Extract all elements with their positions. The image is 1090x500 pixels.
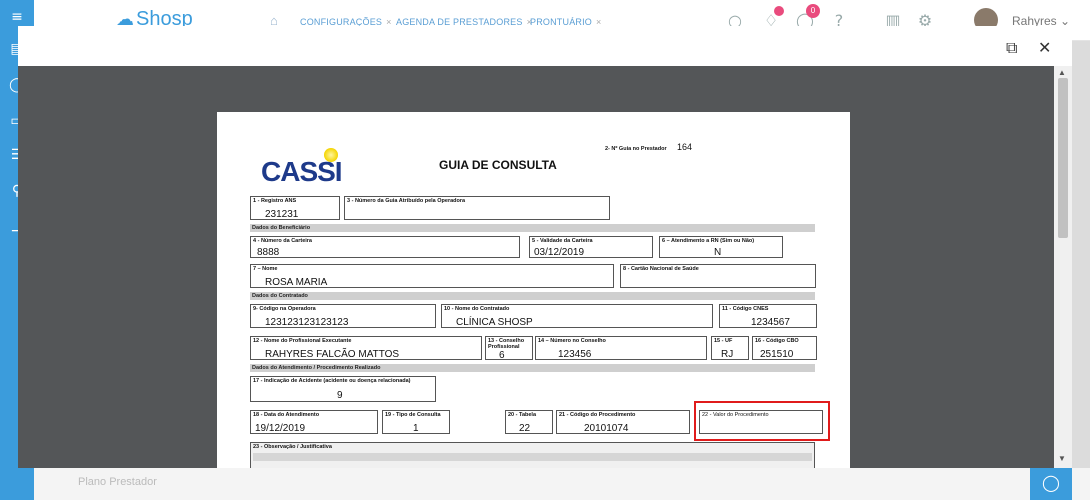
field-value: RAHYRES FALCÃO MATTOS: [265, 349, 400, 360]
notification-badge: 0: [806, 4, 820, 18]
field-label: 18 - Data do Atendimento: [253, 412, 320, 418]
field-value: 8888: [257, 247, 280, 258]
section-atendimento: Dados do Atendimento / Procedimento Real…: [250, 364, 815, 372]
guia-prestador-label: 2- Nº Guia no Prestador: [605, 146, 667, 152]
chat-bubble-icon: ◯: [1042, 475, 1060, 492]
field-value: 03/12/2019: [534, 247, 585, 258]
field-label: 21 - Código do Procedimento: [559, 412, 636, 418]
field-cartao-nacional: 8 - Cartão Nacional de Saúde: [620, 264, 816, 288]
field-value: N: [714, 247, 722, 258]
field-label: 11 - Código CNES: [722, 306, 769, 312]
close-modal-icon[interactable]: ✕: [1038, 38, 1051, 57]
field-value: 20101074: [584, 423, 629, 434]
field-label: 7 – Nome: [253, 266, 278, 272]
field-label: 9- Código na Operadora: [253, 306, 316, 312]
field-value: 123456: [558, 349, 592, 360]
field-conselho-profissional: 13 - Conselho Profissional 6: [485, 336, 533, 361]
field-label: 16 - Código CBO: [755, 338, 799, 344]
field-label: 17 - Indicação de Acidente (acidente ou …: [253, 378, 411, 384]
field-value: 1234567: [751, 317, 790, 328]
field-codigo-operadora: 9- Código na Operadora 123123123123123: [250, 304, 436, 328]
field-label: 23 - Observação / Justificativa: [253, 444, 332, 450]
field-label: 6 – Atendimento a RN (Sim ou Não): [662, 238, 755, 244]
field-value: 1: [413, 423, 419, 434]
scroll-down-icon[interactable]: ▼: [1058, 454, 1066, 463]
field-label: 12 - Nome do Profissional Executante: [253, 338, 352, 344]
field-observacao: 23 - Observação / Justificativa: [250, 442, 815, 468]
field-numero-conselho: 14 – Número no Conselho 123456: [535, 336, 707, 360]
observacao-line: [253, 453, 812, 461]
scroll-thumb[interactable]: [1058, 78, 1068, 238]
field-numero-guia-operadora: 3 - Número da Guia Atribuído pela Operad…: [344, 196, 610, 220]
field-value: 9: [337, 390, 343, 401]
field-value: 251510: [760, 349, 794, 360]
field-data-atendimento: 18 - Data do Atendimento 19/12/2019: [250, 410, 378, 434]
field-label: 8 - Cartão Nacional de Saúde: [623, 266, 699, 272]
field-tabela: 20 - Tabela 22: [505, 410, 553, 434]
field-label: 14 – Número no Conselho: [538, 338, 606, 344]
field-label: 4 - Número da Carteira: [253, 238, 312, 244]
field-label: 5 - Validade da Carteira: [532, 238, 593, 244]
field-uf: 15 - UF RJ: [711, 336, 749, 360]
highlight-box: [694, 401, 830, 441]
field-numero-carteira: 4 - Número da Carteira 8888: [250, 236, 520, 258]
field-value: 231231: [265, 209, 299, 220]
background-text: Plano Prestador: [78, 476, 157, 488]
field-codigo-procedimento: 21 - Código do Procedimento 20101074: [556, 410, 690, 434]
field-value: 22: [519, 423, 531, 434]
field-nome: 7 – Nome ROSA MARIA: [250, 264, 614, 288]
modal-header: ⧉ ✕: [18, 26, 1072, 66]
scrollbar[interactable]: ▲ ▼: [1054, 66, 1072, 468]
field-label: 19 - Tipo de Consulta: [385, 412, 441, 418]
field-registro-ans: 1 - Registro ANS 231231: [250, 196, 340, 220]
guia-prestador-value: 164: [677, 142, 693, 152]
field-atendimento-rn: 6 – Atendimento a RN (Sim ou Não) N: [659, 236, 783, 258]
field-label: 20 - Tabela: [508, 412, 537, 418]
field-tipo-consulta: 19 - Tipo de Consulta 1: [382, 410, 450, 434]
guia-document: 2- Nº Guia no Prestador 164 CASSI GUIA D…: [217, 112, 850, 468]
field-label: 15 - UF: [714, 338, 733, 344]
menu-icon[interactable]: ≡: [8, 8, 26, 26]
field-value: 19/12/2019: [255, 423, 306, 434]
open-external-icon[interactable]: ⧉: [1006, 38, 1017, 58]
field-validade-carteira: 5 - Validade da Carteira 03/12/2019: [529, 236, 653, 258]
document-viewer: ▲ ▼ 2- Nº Guia no Prestador 164 CASSI GU…: [18, 66, 1072, 468]
field-indicacao-acidente: 17 - Indicação de Acidente (acidente ou …: [250, 376, 436, 402]
background-page: Plano Prestador: [34, 468, 1090, 500]
chat-button[interactable]: ◯: [1030, 468, 1072, 500]
field-codigo-cbo: 16 - Código CBO 251510: [752, 336, 817, 360]
field-label: 10 - Nome do Contratado: [444, 306, 510, 312]
field-value: 123123123123123: [265, 317, 349, 328]
field-value: RJ: [721, 349, 734, 360]
field-value: ROSA MARIA: [265, 277, 328, 288]
cassi-logo: CASSI: [261, 156, 343, 187]
section-contratado: Dados do Contratado: [250, 292, 815, 300]
section-beneficiario: Dados do Beneficiário: [250, 224, 815, 232]
field-profissional-executante: 12 - Nome do Profissional Executante RAH…: [250, 336, 482, 360]
field-value: CLÍNICA SHOSP: [456, 317, 533, 328]
field-value: 6: [499, 350, 505, 361]
field-label: 3 - Número da Guia Atribuído pela Operad…: [347, 198, 466, 204]
field-codigo-cnes: 11 - Código CNES 1234567: [719, 304, 817, 328]
field-label: 1 - Registro ANS: [253, 198, 297, 204]
field-label: 13 - Conselho Profissional: [488, 338, 525, 350]
notification-dot: [774, 6, 784, 16]
document-title: GUIA DE CONSULTA: [439, 158, 557, 172]
scroll-up-icon[interactable]: ▲: [1058, 68, 1066, 77]
field-nome-contratado: 10 - Nome do Contratado CLÍNICA SHOSP: [441, 304, 713, 328]
